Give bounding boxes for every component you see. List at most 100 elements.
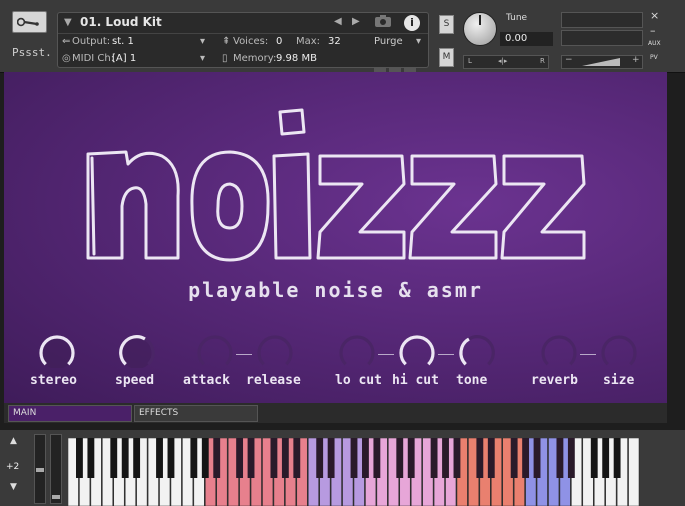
black-key[interactable] — [613, 438, 621, 478]
octave-down-icon[interactable]: ▼ — [10, 482, 17, 492]
black-key[interactable] — [213, 438, 221, 478]
output-dropdown-icon[interactable]: ▾ — [200, 36, 205, 47]
reverb-size-link — [580, 354, 596, 355]
stereo-knob[interactable] — [37, 334, 77, 368]
black-key[interactable] — [201, 438, 209, 478]
pan-slider[interactable]: L ◂|▸ R — [463, 55, 549, 69]
black-key[interactable] — [522, 438, 530, 478]
instrument-panel: playable noise & asmr stereo speed attac… — [4, 72, 667, 403]
instrument-info-box: ▼ 01. Loud Kit ◀ ▶ i ⇐ Output: st. 1 ▾ ⇞… — [57, 12, 429, 72]
purge-menu[interactable]: Purge — [374, 36, 403, 47]
black-key[interactable] — [556, 438, 564, 478]
reverb-knob[interactable] — [539, 334, 579, 368]
next-instrument-icon[interactable]: ▶ — [352, 16, 360, 27]
hi-cut-label: hi cut — [392, 373, 439, 388]
hi-cut-tone-link — [438, 354, 454, 355]
page-tabs: MAIN EFFECTS — [4, 403, 667, 423]
black-key[interactable] — [476, 438, 484, 478]
octave-up-icon[interactable]: ▲ — [10, 436, 17, 446]
black-key[interactable] — [453, 438, 461, 478]
white-key[interactable] — [628, 438, 640, 506]
lo-cut-knob[interactable] — [337, 334, 377, 368]
black-key[interactable] — [362, 438, 369, 478]
black-key[interactable] — [407, 438, 415, 478]
volume-slider[interactable]: − + — [561, 55, 643, 69]
black-key[interactable] — [281, 438, 289, 478]
tab-effects[interactable]: EFFECTS — [134, 405, 258, 422]
mod-wheel[interactable] — [50, 434, 62, 504]
mute-button[interactable]: M — [439, 48, 454, 67]
black-key[interactable] — [373, 438, 381, 478]
library-logo: Pssst. — [12, 46, 52, 59]
black-key[interactable] — [327, 438, 335, 478]
black-key[interactable] — [110, 438, 118, 478]
info-icon[interactable]: i — [404, 15, 420, 31]
noizzz-logo — [86, 108, 586, 262]
tune-label: Tune — [506, 13, 528, 23]
instrument-name[interactable]: 01. Loud Kit — [80, 15, 162, 29]
hi-cut-knob[interactable] — [397, 334, 437, 368]
black-key[interactable] — [510, 438, 518, 478]
minimize-button[interactable]: – — [650, 24, 656, 37]
instrument-header: Pssst. ▼ 01. Loud Kit ◀ ▶ i ⇐ Output: st… — [0, 0, 685, 73]
black-key[interactable] — [396, 438, 404, 478]
piano-keyboard[interactable] — [68, 438, 640, 506]
black-key[interactable] — [87, 438, 95, 478]
volume-ramp-icon — [582, 58, 620, 66]
pv-button[interactable]: PV — [650, 54, 658, 61]
reverb-label: reverb — [531, 373, 578, 388]
aux-button[interactable]: AUX — [648, 40, 661, 47]
black-key[interactable] — [316, 438, 324, 478]
tab-main[interactable]: MAIN — [8, 405, 132, 422]
release-knob[interactable] — [255, 334, 295, 368]
black-key[interactable] — [270, 438, 278, 478]
speed-label: speed — [115, 373, 155, 388]
speed-knob[interactable] — [117, 334, 157, 368]
black-key[interactable] — [293, 438, 301, 478]
black-key[interactable] — [76, 438, 83, 478]
tone-knob[interactable] — [457, 334, 497, 368]
max-voices-value[interactable]: 32 — [328, 36, 341, 47]
black-key[interactable] — [167, 438, 175, 478]
size-knob[interactable] — [599, 334, 639, 368]
purge-dropdown-icon[interactable]: ▾ — [416, 36, 421, 47]
black-key[interactable] — [590, 438, 598, 478]
size-label: size — [603, 373, 635, 388]
lo-hi-cut-link — [378, 354, 394, 355]
black-key[interactable] — [442, 438, 449, 478]
volume-minus[interactable]: − — [565, 55, 573, 65]
black-key[interactable] — [236, 438, 244, 478]
voices-icon: ⇞ — [222, 36, 231, 47]
close-button[interactable]: × — [650, 9, 659, 22]
black-key[interactable] — [156, 438, 163, 478]
black-key[interactable] — [430, 438, 438, 478]
black-key[interactable] — [121, 438, 129, 478]
black-key[interactable] — [567, 438, 575, 478]
black-key[interactable] — [350, 438, 358, 478]
black-key[interactable] — [602, 438, 610, 478]
wrench-icon — [17, 17, 39, 27]
max-label: Max: — [296, 36, 321, 47]
prev-instrument-icon[interactable]: ◀ — [334, 16, 342, 27]
output-row: ⇐ Output: st. 1 ▾ ⇞ Voices: 0 Max: 32 Pu… — [58, 34, 428, 50]
output-select[interactable]: st. 1 — [112, 36, 134, 47]
octave-control: ▲ +2 ▼ — [2, 430, 26, 506]
black-key[interactable] — [190, 438, 198, 478]
wheels — [30, 430, 64, 506]
midi-channel-select[interactable]: [A] 1 — [112, 53, 136, 64]
black-key[interactable] — [487, 438, 495, 478]
voices-label: Voices: — [233, 36, 269, 47]
tune-value[interactable]: 0.00 — [500, 32, 553, 46]
camera-icon[interactable] — [374, 14, 394, 32]
tune-knob[interactable] — [463, 12, 497, 46]
pitch-wheel[interactable] — [34, 434, 46, 504]
black-key[interactable] — [133, 438, 141, 478]
volume-plus[interactable]: + — [632, 55, 640, 65]
black-key[interactable] — [247, 438, 255, 478]
solo-button[interactable]: S — [439, 15, 454, 34]
wrench-button[interactable] — [12, 11, 47, 33]
dropdown-arrow-icon[interactable]: ▼ — [64, 17, 72, 28]
attack-knob[interactable] — [195, 334, 235, 368]
midi-dropdown-icon[interactable]: ▾ — [200, 53, 205, 64]
black-key[interactable] — [533, 438, 541, 478]
